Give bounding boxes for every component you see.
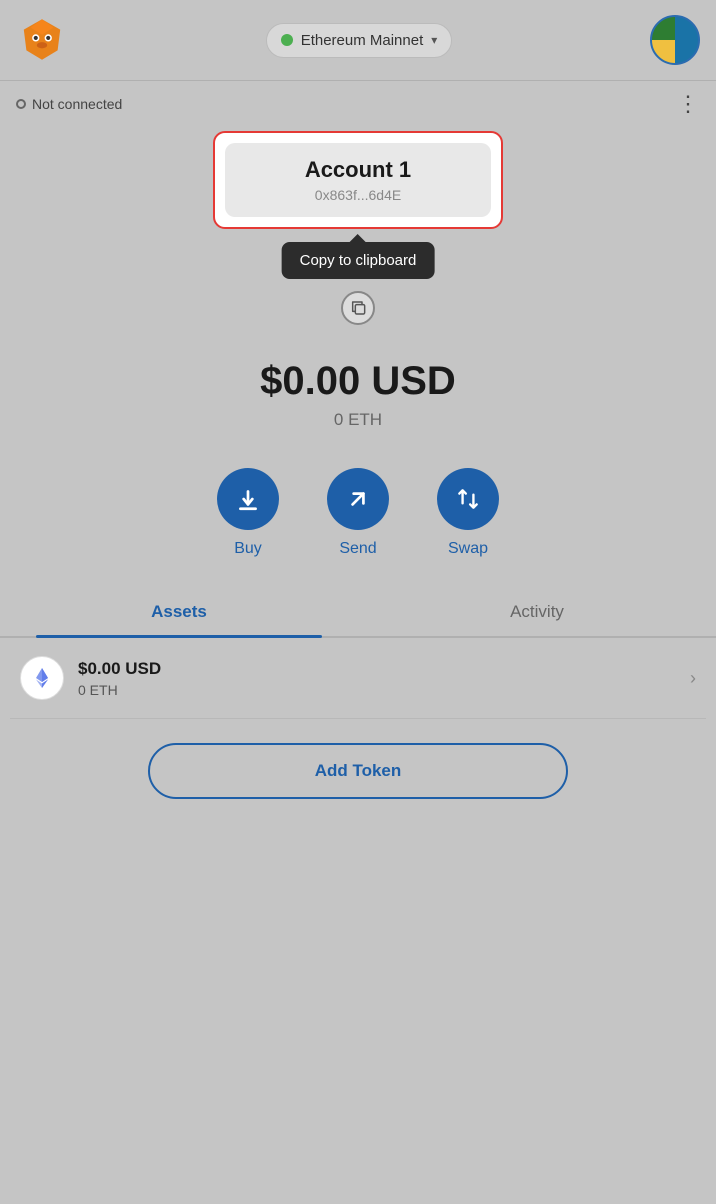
- send-icon-circle: [327, 468, 389, 530]
- assets-list: $0.00 USD 0 ETH ›: [0, 638, 716, 719]
- not-connected-dot: [16, 99, 26, 109]
- balance-usd: $0.00 USD: [16, 359, 700, 404]
- add-token-button[interactable]: Add Token: [148, 743, 568, 799]
- buy-label: Buy: [234, 540, 262, 558]
- tab-activity[interactable]: Activity: [358, 588, 716, 636]
- network-selector[interactable]: Ethereum Mainnet ▾: [266, 23, 453, 58]
- action-buttons: Buy Send Swap: [0, 440, 716, 578]
- eth-icon: [20, 656, 64, 700]
- copy-icon-area: [0, 291, 716, 325]
- tab-assets[interactable]: Assets: [0, 588, 358, 636]
- account-card[interactable]: Account 1 0x863f...6d4E: [225, 143, 491, 217]
- swap-icon-circle: [437, 468, 499, 530]
- account-card-wrapper: Account 1 0x863f...6d4E Copy to clipboar…: [213, 131, 503, 229]
- asset-chevron-right-icon: ›: [690, 668, 696, 689]
- not-connected-label: Not connected: [32, 96, 122, 112]
- header: Ethereum Mainnet ▾: [0, 0, 716, 81]
- add-token-section: Add Token: [0, 719, 716, 823]
- connection-status: Not connected: [16, 96, 122, 112]
- network-status-dot: [281, 34, 293, 46]
- balance-eth: 0 ETH: [16, 410, 700, 430]
- swap-action[interactable]: Swap: [437, 468, 499, 558]
- more-options-button[interactable]: ⋮: [677, 91, 700, 117]
- send-action[interactable]: Send: [327, 468, 389, 558]
- account-tooltip-area: Account 1 0x863f...6d4E Copy to clipboar…: [0, 131, 716, 229]
- metamask-logo: [16, 14, 68, 66]
- network-label: Ethereum Mainnet: [301, 32, 424, 49]
- chevron-down-icon: ▾: [431, 33, 437, 47]
- copy-icon-button[interactable]: [341, 291, 375, 325]
- tabs: Assets Activity: [0, 588, 716, 638]
- buy-icon-circle: [217, 468, 279, 530]
- eth-asset-info: $0.00 USD 0 ETH: [78, 659, 690, 698]
- buy-action[interactable]: Buy: [217, 468, 279, 558]
- balance-section: $0.00 USD 0 ETH: [0, 335, 716, 440]
- account-bar: Not connected ⋮: [0, 81, 716, 127]
- account-avatar[interactable]: [650, 15, 700, 65]
- account-address: 0x863f...6d4E: [249, 187, 467, 203]
- eth-asset-amount: 0 ETH: [78, 682, 690, 698]
- copy-to-clipboard-tooltip[interactable]: Copy to clipboard: [282, 242, 435, 279]
- send-label: Send: [339, 540, 376, 558]
- eth-asset-item[interactable]: $0.00 USD 0 ETH ›: [10, 638, 706, 719]
- account-name: Account 1: [249, 157, 467, 183]
- eth-asset-usd: $0.00 USD: [78, 659, 690, 679]
- swap-label: Swap: [448, 540, 488, 558]
